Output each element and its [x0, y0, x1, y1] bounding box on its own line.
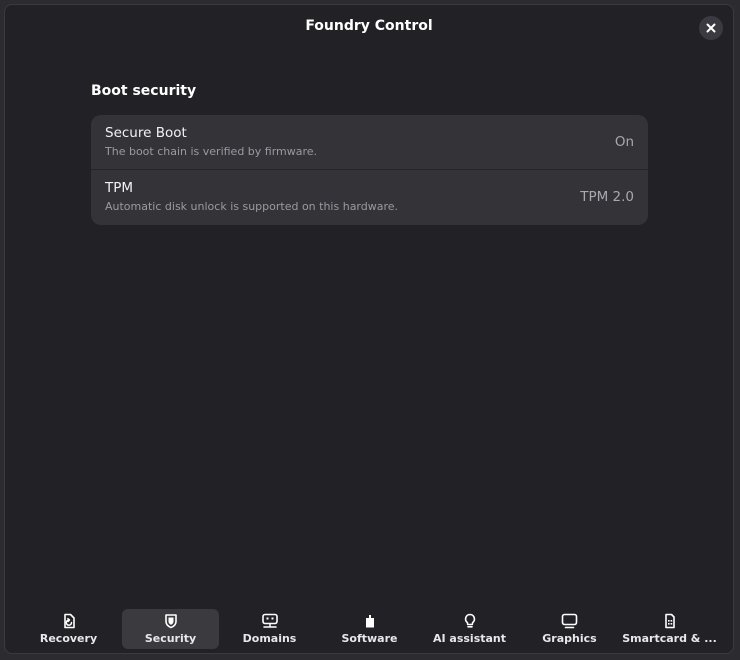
row-subtitle: Automatic disk unlock is supported on th… — [105, 200, 399, 213]
close-button[interactable] — [699, 16, 723, 40]
tab-security[interactable]: Security — [122, 609, 219, 649]
tab-label: Recovery — [39, 632, 98, 645]
close-icon — [706, 23, 716, 33]
tpm-row: TPM Automatic disk unlock is supported o… — [91, 169, 648, 225]
tab-domains[interactable]: Domains — [221, 609, 318, 649]
tab-recovery[interactable]: Recovery — [20, 609, 117, 649]
domains-icon — [261, 613, 278, 628]
settings-window: Foundry Control Boot security Secure Boo… — [4, 4, 734, 654]
title-bar: Foundry Control — [5, 5, 733, 51]
window-title: Foundry Control — [305, 18, 433, 34]
tab-label: Smartcard & ... — [622, 632, 717, 645]
boot-security-card: Secure Boot The boot chain is verified b… — [91, 115, 648, 225]
row-subtitle: The boot chain is verified by firmware. — [105, 145, 318, 158]
tab-label: AI assistant — [432, 632, 507, 645]
bottom-tab-bar: Recovery Security Domains Software AI as… — [5, 607, 733, 653]
tab-ai-assistant[interactable]: AI assistant — [421, 609, 518, 649]
tab-smartcard[interactable]: Smartcard & ... — [621, 609, 718, 649]
tab-graphics[interactable]: Graphics — [521, 609, 618, 649]
row-value: On — [614, 134, 634, 150]
tab-label: Software — [341, 632, 398, 645]
monitor-icon — [561, 613, 578, 628]
tab-label: Graphics — [542, 632, 597, 645]
smartcard-icon — [664, 613, 675, 628]
row-value: TPM 2.0 — [580, 189, 634, 205]
tab-label: Domains — [242, 632, 297, 645]
row-title: Secure Boot — [105, 125, 187, 141]
tab-software[interactable]: Software — [321, 609, 418, 649]
shield-icon — [164, 613, 177, 628]
secure-boot-row: Secure Boot The boot chain is verified b… — [91, 115, 648, 169]
tab-label: Security — [144, 632, 197, 645]
row-title: TPM — [105, 180, 134, 196]
lightbulb-icon — [464, 613, 475, 628]
section-heading: Boot security — [91, 83, 197, 99]
software-icon — [365, 614, 374, 627]
recovery-icon — [63, 613, 75, 628]
